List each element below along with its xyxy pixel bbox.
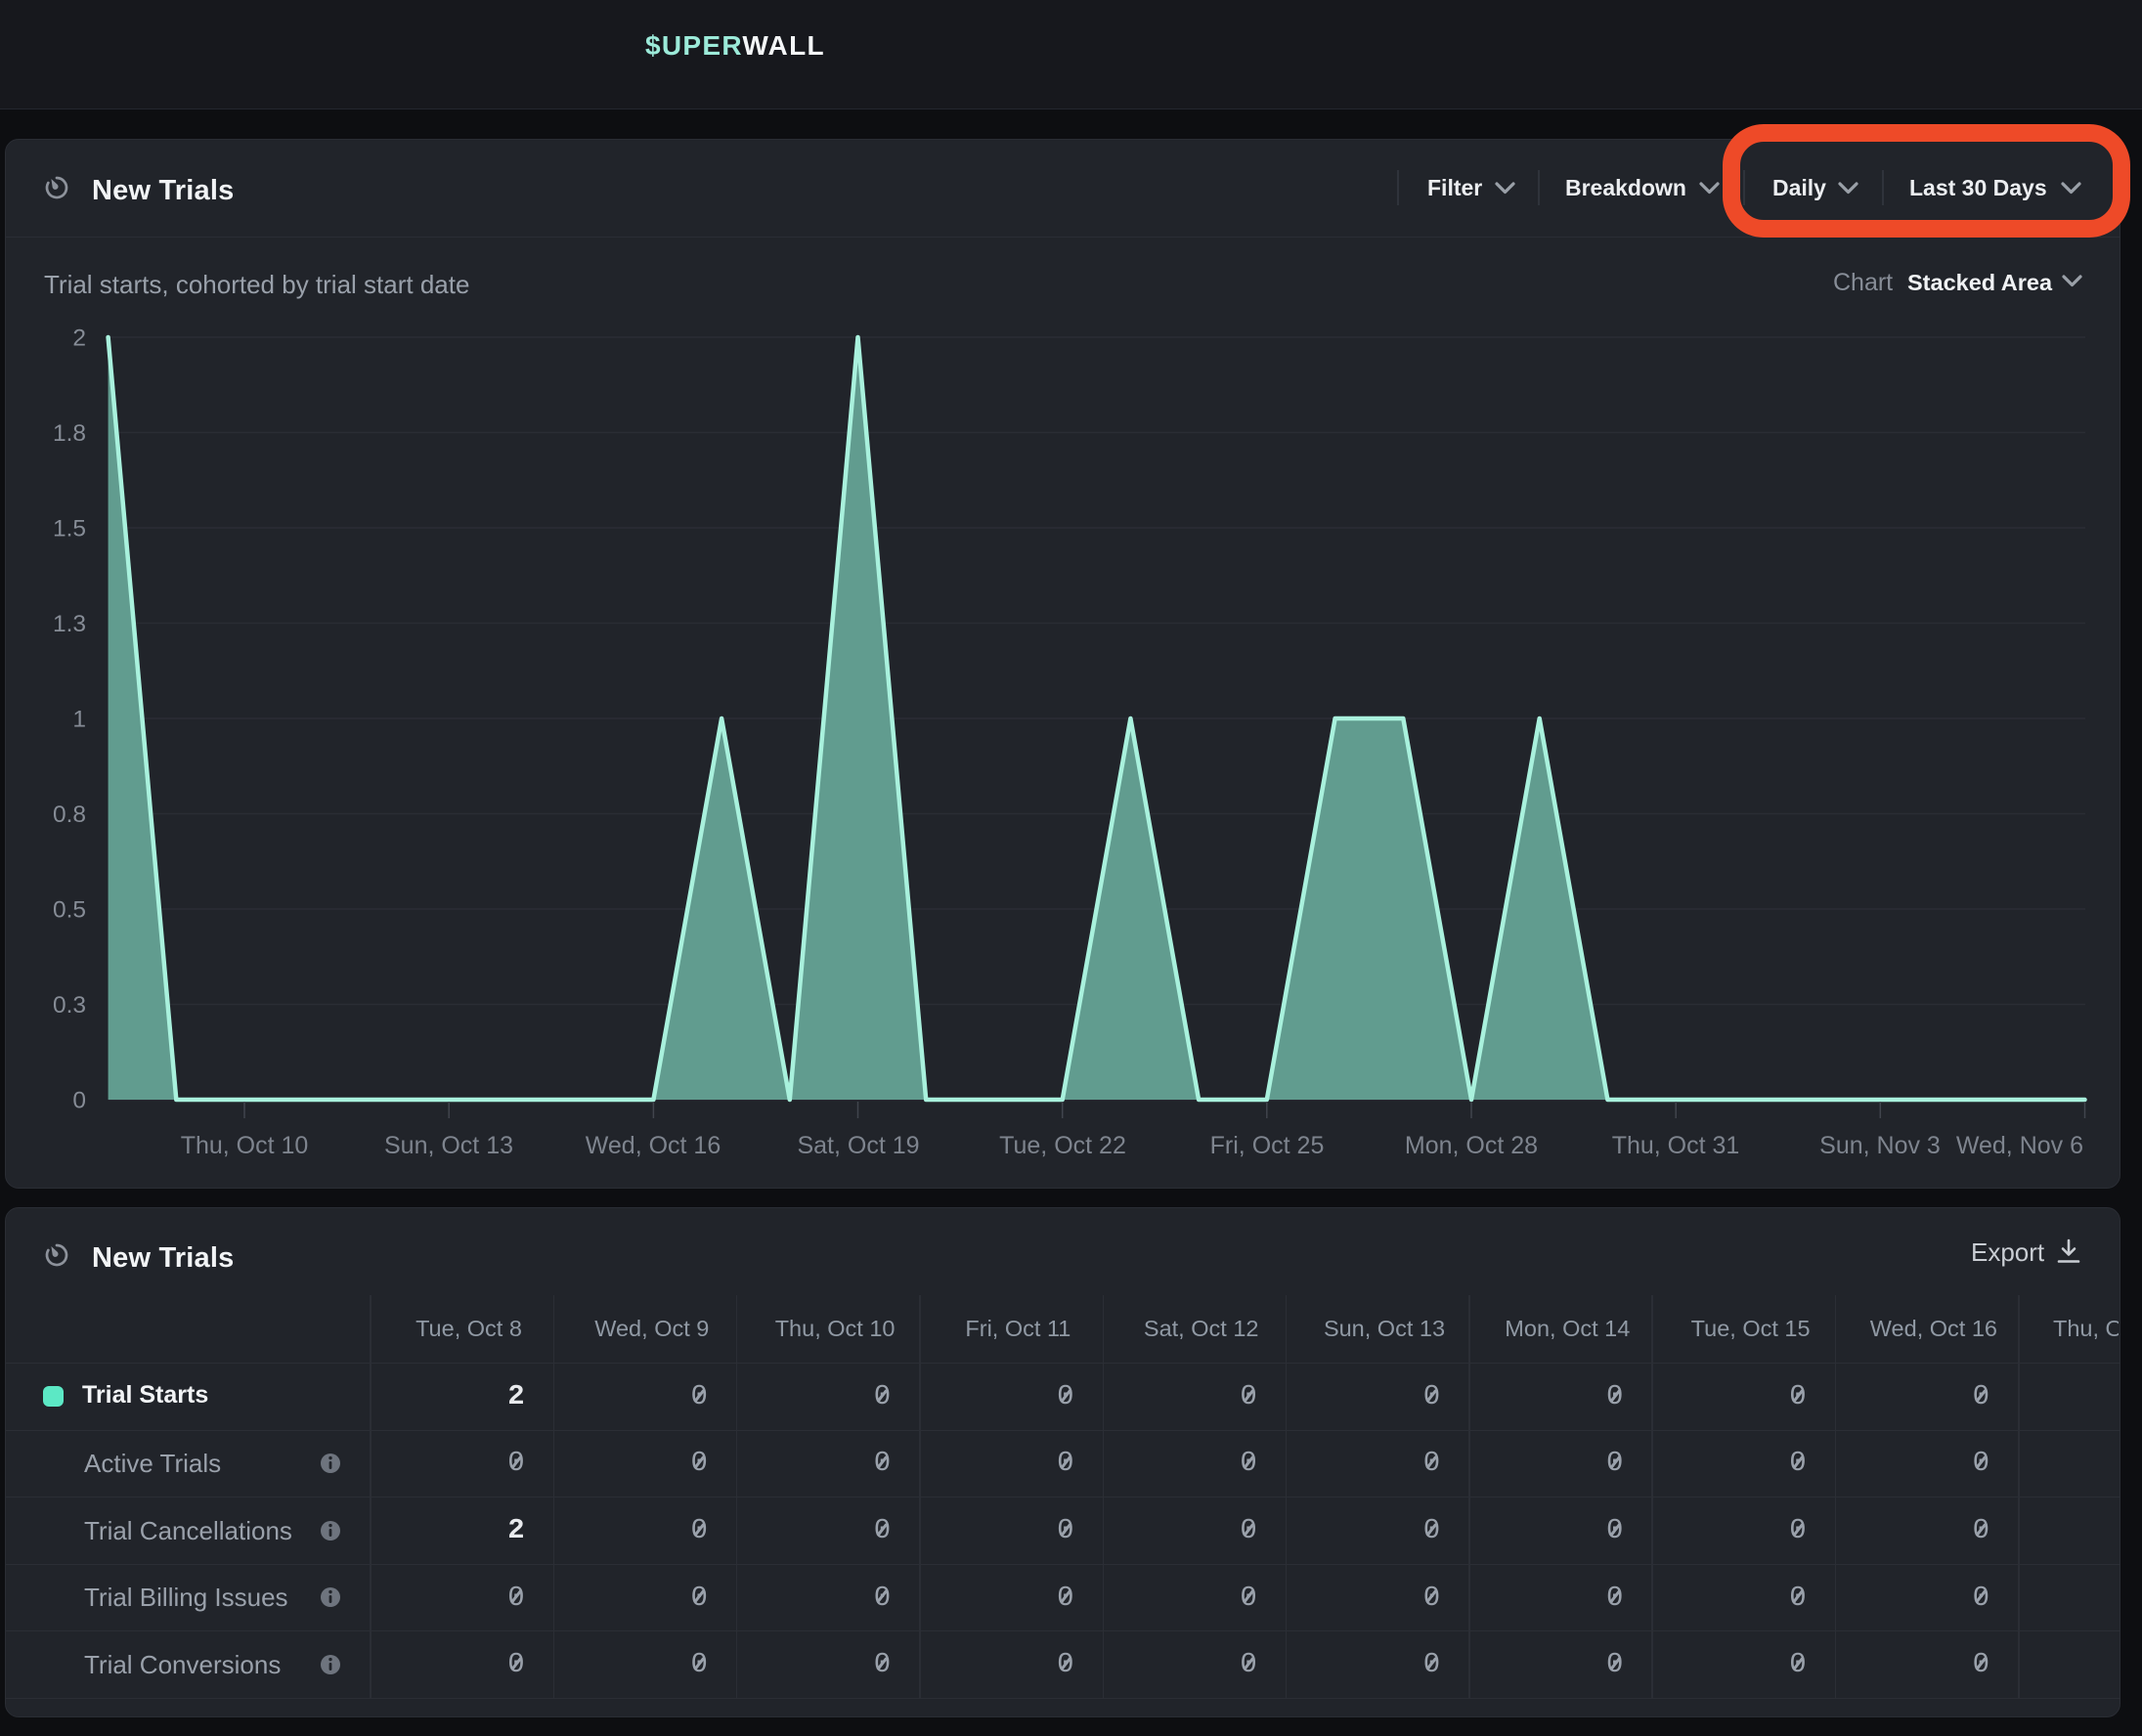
svg-text:0.5: 0.5: [53, 897, 86, 924]
svg-text:Wed, Oct 16: Wed, Oct 16: [586, 1132, 721, 1159]
svg-text:Tue, Oct 22: Tue, Oct 22: [999, 1132, 1126, 1159]
svg-text:0.3: 0.3: [53, 992, 86, 1019]
svg-text:Thu, Oct 10: Thu, Oct 10: [181, 1132, 309, 1159]
svg-text:0: 0: [72, 1088, 86, 1114]
svg-text:1: 1: [72, 707, 86, 733]
svg-text:Wed, Nov 6: Wed, Nov 6: [1956, 1132, 2083, 1159]
svg-text:Fri, Oct 25: Fri, Oct 25: [1210, 1132, 1325, 1159]
svg-text:Sat, Oct 19: Sat, Oct 19: [797, 1132, 919, 1159]
svg-text:Mon, Oct 28: Mon, Oct 28: [1405, 1132, 1538, 1159]
svg-text:Sun, Oct 13: Sun, Oct 13: [384, 1132, 513, 1159]
svg-text:1.5: 1.5: [53, 516, 86, 542]
svg-text:Thu, Oct 31: Thu, Oct 31: [1612, 1132, 1740, 1159]
svg-text:1.3: 1.3: [53, 611, 86, 637]
svg-text:1.8: 1.8: [53, 420, 86, 447]
svg-text:0.8: 0.8: [53, 802, 86, 828]
svg-text:Sun, Nov 3: Sun, Nov 3: [1819, 1132, 1941, 1159]
svg-text:2: 2: [72, 326, 86, 352]
